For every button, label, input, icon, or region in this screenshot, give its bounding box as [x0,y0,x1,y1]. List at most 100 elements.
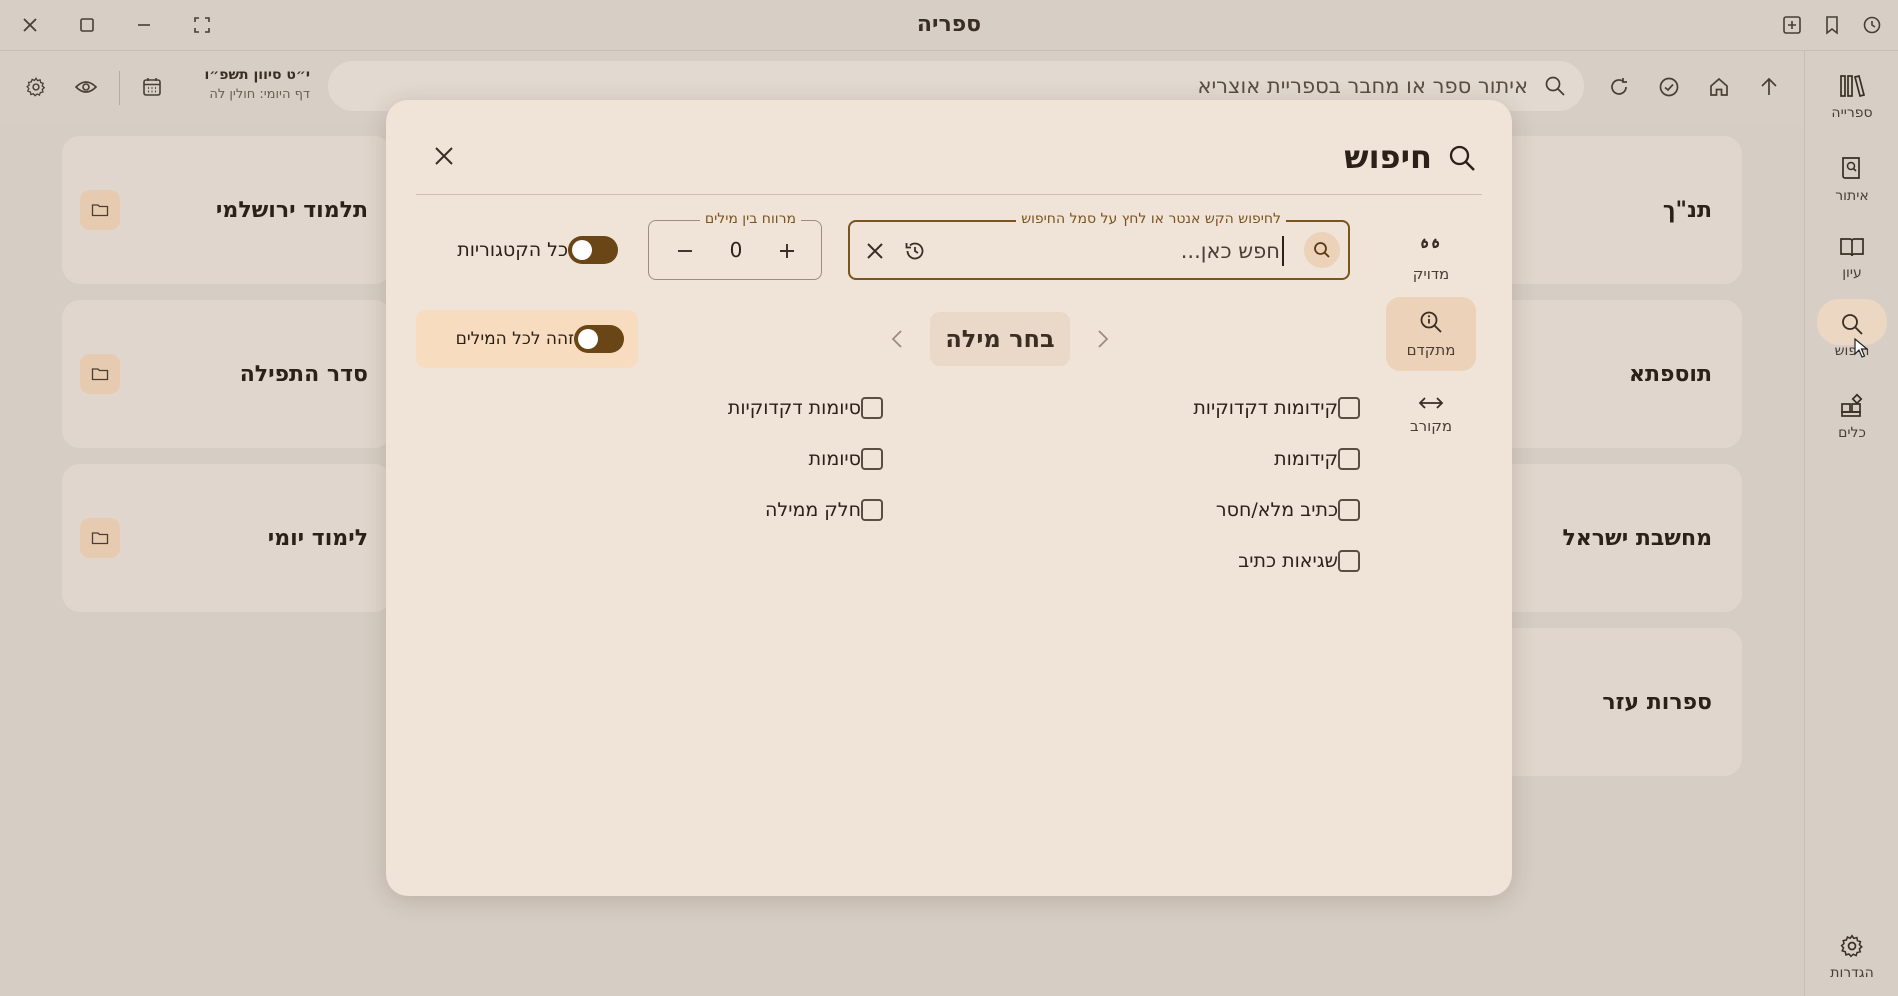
mode-exact[interactable]: מדויק [1386,222,1476,296]
toolbar-divider [119,71,120,105]
minus-icon[interactable] [669,235,701,267]
option-spelling-errors[interactable]: שגיאות כתיב [1226,546,1360,576]
mouse-cursor-icon [1854,338,1868,358]
library-card-title: תנ"ך [1662,198,1712,223]
chevron-left-icon[interactable] [880,322,914,356]
all-categories-label: כל הקטגוריות [457,239,568,261]
history-icon[interactable] [1855,8,1889,42]
chevron-right-icon[interactable] [1086,322,1120,356]
option-full-defective-spelling[interactable]: כתיב מלא/חסר [1204,495,1360,525]
sidebar-item-study[interactable]: עיון [1805,223,1898,297]
sidebar-item-label: עיון [1842,265,1862,281]
library-card[interactable]: לימוד יומי [62,464,392,612]
window-title: ספריה [916,12,982,37]
toggle-knob [578,329,598,349]
word-distance-value: 0 [729,238,743,262]
dialog-title: חיפוש [1344,138,1432,176]
option-label: סיומות [808,448,861,470]
arrow-up-icon[interactable] [1752,70,1786,104]
sidebar-item-library[interactable]: ספרייה [1805,61,1898,135]
sidebar-item-tools[interactable]: כלים [1805,381,1898,455]
option-label: קידומות [1274,448,1338,470]
check-circle-icon[interactable] [1652,70,1686,104]
mode-label: מדויק [1412,265,1450,283]
checkbox[interactable] [1338,499,1360,521]
home-icon[interactable] [1702,70,1736,104]
apply-all-words-label: זהה לכל המילים [455,329,574,349]
hebrew-date: י״ט סיוון תשפ״ו [204,67,310,83]
library-card-title: תוספתא [1628,362,1712,387]
library-card-title: סדר התפילה [239,362,368,387]
option-partial-word[interactable]: חלק ממילה [753,495,883,525]
daily-daf: דף היומי: חולין לה [209,87,310,102]
search-history-icon[interactable] [898,234,932,268]
search-query-hint: לחיפוש הקש אנטר או לחץ על סמל החיפוש [1016,211,1286,227]
plus-icon[interactable] [771,235,803,267]
search-icon [1544,75,1566,97]
fullscreen-icon[interactable] [185,8,219,42]
option-label: סיומות דקדוקיות [727,397,861,419]
library-card[interactable]: סדר התפילה [62,300,392,448]
search-query-field[interactable]: לחיפוש הקש אנטר או לחץ על סמל החיפוש [848,211,1350,280]
sidebar-item-label: הגדרות [1830,965,1874,981]
sidebar-item-label: כלים [1838,425,1866,441]
sidebar-item-search[interactable]: חיפוש [1805,299,1898,373]
mode-approximate[interactable]: מקורב [1386,378,1476,452]
clear-query-icon[interactable] [858,234,892,268]
sidebar-item-find[interactable]: איתור [1805,142,1898,216]
option-label: קידומות דקדוקיות [1193,397,1338,419]
settings-gear-icon[interactable] [19,70,53,104]
eye-icon[interactable] [69,70,103,104]
checkbox[interactable] [861,397,883,419]
library-search-placeholder: איתור ספר או מחבר בספריית אוצריא [1197,74,1528,98]
sidebar-item-settings[interactable]: הגדרות [1805,921,1898,995]
option-prefixes[interactable]: קידומות [1262,444,1360,474]
minimize-icon[interactable] [127,8,161,42]
option-grammatical-suffixes[interactable]: סיומות דקדוקיות [716,393,883,423]
mode-label: מקורב [1409,417,1453,435]
word-selector[interactable]: בחר מילה [930,312,1070,366]
dialog-divider [416,194,1482,195]
library-card-title: תלמוד ירושלמי [215,198,368,223]
checkbox[interactable] [1338,448,1360,470]
search-submit-icon[interactable] [1304,232,1340,268]
library-card[interactable]: תלמוד ירושלמי [62,136,392,284]
word-distance-stepper[interactable]: מרווח בין מילים 0 [648,211,822,280]
checkbox[interactable] [861,499,883,521]
checkbox[interactable] [1338,550,1360,572]
apply-all-words-toggle[interactable] [574,325,624,353]
close-dialog-icon[interactable] [424,136,464,176]
search-query-input[interactable] [940,236,1280,266]
mode-advanced[interactable]: מתקדם [1386,297,1476,371]
bookmark-icon[interactable] [1815,8,1849,42]
sidebar-item-label: ספרייה [1831,105,1873,121]
title-bar: ספריה [0,0,1898,51]
calendar-icon[interactable] [135,70,169,104]
search-icon [1442,138,1482,178]
library-card-title: מחשבת ישראל [1562,526,1712,551]
library-card-title: לימוד יומי [267,526,368,551]
option-label: שגיאות כתיב [1238,550,1338,572]
word-distance-label: מרווח בין מילים [699,211,801,227]
option-label: חלק ממילה [764,499,861,521]
search-dialog: חיפוש מדויק מתקדם מקורב לחיפוש הקש אנטר … [386,100,1512,896]
new-tab-icon[interactable] [1775,8,1809,42]
checkbox[interactable] [861,448,883,470]
text-cursor [1282,236,1284,266]
apply-all-words-toggle-row: זהה לכל המילים [416,310,638,368]
sidebar-item-label: איתור [1835,188,1869,204]
folder-icon [80,518,120,558]
all-categories-toggle[interactable] [568,236,618,264]
refresh-icon[interactable] [1602,70,1636,104]
maximize-icon[interactable] [70,8,104,42]
option-suffixes[interactable]: סיומות [797,444,883,474]
all-categories-toggle-row: כל הקטגוריות [416,221,632,279]
toggle-knob [572,240,592,260]
option-label: כתיב מלא/חסר [1215,499,1338,521]
checkbox[interactable] [1338,397,1360,419]
folder-icon [80,190,120,230]
right-sidebar: ספרייה איתור עיון חיפוש כלים הגדרות [1804,51,1898,996]
mode-label: מתקדם [1406,341,1456,359]
option-grammatical-prefixes[interactable]: קידומות דקדוקיות [1181,393,1360,423]
close-window-icon[interactable] [13,8,47,42]
